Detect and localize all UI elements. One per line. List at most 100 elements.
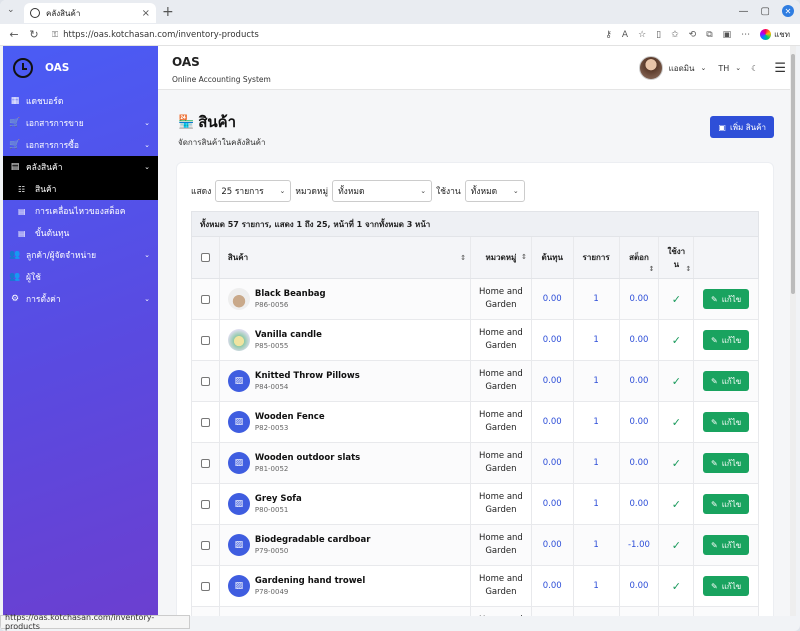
history-icon[interactable]: ⟲ [689, 30, 697, 40]
edit-button[interactable]: ✎ แก้ไข [703, 289, 750, 309]
row-checkbox[interactable] [200, 417, 210, 427]
read-aloud-icon[interactable]: A [622, 30, 628, 40]
back-icon[interactable]: ← [8, 28, 20, 41]
sidebar-item-settings[interactable]: ⚙ การตั้งค่า ⌄ [3, 288, 158, 310]
col-active[interactable]: ใช้งาน ↕ [659, 237, 695, 278]
product-name: Knitted Throw Pillows [254, 371, 360, 381]
row-checkbox[interactable] [200, 335, 210, 345]
row-checkbox[interactable] [200, 581, 210, 591]
check-icon: ✓ [671, 374, 681, 388]
image-placeholder-icon: ▨ [227, 370, 250, 392]
category-cell: Home and Garden [471, 279, 532, 319]
chevron-down-icon: ⌄ [144, 163, 150, 171]
hamburger-menu-icon[interactable]: ☰ [774, 61, 786, 76]
tab-title: คลังสินค้า [46, 8, 81, 18]
product-thumbnail [227, 288, 250, 310]
sidebar-item-dashboard[interactable]: ▦ แดชบอร์ด [3, 90, 158, 112]
sidebar-item-cost-steps[interactable]: ▤ ขั้นต้นทุน [3, 222, 158, 244]
sidebar-item-customers[interactable]: 👥 ลูกค้า/ผู้จัดจำหน่าย ⌄ [3, 244, 158, 266]
page-size-select[interactable]: 25 รายการ ⌄ [215, 180, 292, 202]
col-stock[interactable]: สต็อก ↕ [620, 237, 660, 278]
table-icon: ▤ [18, 206, 26, 216]
extension-icon[interactable]: ▣ [723, 30, 732, 40]
table-row: Vanilla candle P85-0055 Home and Garden 0.0… [191, 320, 759, 361]
edit-button[interactable]: ✎ แก้ไข [703, 371, 750, 391]
quantity-cell: 1 [574, 443, 620, 483]
edit-label: แก้ไข [721, 376, 742, 386]
minimize-icon[interactable]: — [739, 6, 749, 17]
sidebar-item-sales-docs[interactable]: 🛒 เอกสารการขาย ⌄ [3, 112, 158, 134]
favorites-icon[interactable]: ✩ [671, 30, 679, 40]
stock-cell: 1.00 [620, 607, 660, 616]
row-checkbox[interactable] [200, 540, 210, 550]
favorite-star-icon[interactable]: ☆ [638, 30, 646, 40]
sidebar-item-users[interactable]: 👥 ผู้ใช้ [3, 266, 158, 288]
edit-button[interactable]: ✎ แก้ไข [703, 535, 750, 555]
sidebar-item-products[interactable]: ☷ สินค้า [3, 178, 158, 200]
copilot-chat-button[interactable]: แชท [760, 28, 790, 41]
save-icon: ▣ [718, 122, 726, 132]
scrollbar-thumb[interactable] [791, 54, 795, 294]
pencil-icon: ✎ [711, 335, 718, 345]
action-cell: ✎แก้ไข [694, 279, 758, 319]
avatar[interactable] [638, 56, 663, 80]
edit-button[interactable]: ✎ แก้ไข [703, 412, 750, 432]
edit-button[interactable]: ✎ แก้ไข [703, 576, 750, 596]
browser-tab[interactable]: คลังสินค้า × [24, 3, 156, 23]
address-bar[interactable]: ⚿ https://oas.kotchasan.com/inventory-pr… [52, 27, 642, 43]
edit-button[interactable]: ✎ แก้ไข [703, 494, 750, 514]
close-window-icon[interactable]: ✕ [782, 5, 794, 17]
row-select-cell [192, 361, 220, 401]
products-card: แสดง 25 รายการ ⌄ หมวดหมู่ ทั้งหมด ⌄ ใช้ง… [176, 162, 774, 616]
stock-cell: 0.00 [620, 566, 660, 606]
row-checkbox[interactable] [200, 499, 210, 509]
sidebar-item-inventory[interactable]: ▤ คลังสินค้า ⌄ [3, 156, 158, 178]
edit-button[interactable]: ✎ แก้ไข [703, 453, 750, 473]
row-checkbox[interactable] [200, 294, 210, 304]
tab-list-chevron-icon[interactable]: ⌄ [7, 5, 15, 15]
active-cell: ✓ [659, 525, 695, 565]
language-switch[interactable]: TH [718, 64, 729, 73]
dark-mode-moon-icon[interactable]: ☾ [751, 64, 758, 73]
action-cell: ✎แก้ไข [694, 402, 758, 442]
sidebar-item-label: ผู้ใช้ [26, 273, 41, 283]
image-placeholder-icon: ▨ [227, 534, 250, 556]
page-scrollbar[interactable] [790, 46, 796, 616]
username[interactable]: แอดมิน [669, 62, 695, 75]
row-select-cell [192, 320, 220, 360]
close-tab-icon[interactable]: × [142, 8, 150, 19]
col-quantity: รายการ [574, 237, 620, 278]
category-select[interactable]: ทั้งหมด ⌄ [332, 180, 433, 202]
col-category[interactable]: หมวดหมู่ ↕ [471, 237, 532, 278]
image-placeholder-icon: ▨ [227, 493, 250, 515]
sidebar-item-purchase-docs[interactable]: 🛒 เอกสารการซื้อ ⌄ [3, 134, 158, 156]
select-all-checkbox[interactable] [200, 253, 210, 262]
sidebar-item-stock-movement[interactable]: ▤ การเคลื่อนไหวของสต็อค [3, 200, 158, 222]
brand[interactable]: OAS [3, 46, 158, 90]
row-checkbox[interactable] [200, 376, 210, 386]
stock-cell: 0.00 [620, 320, 660, 360]
new-tab-icon[interactable]: + [162, 4, 174, 20]
product-info: Wooden Fence P82-0053 [255, 412, 325, 432]
browser-toolbar: ⚷ A ☆ ▯ ✩ ⟲ ⧉ ▣ ⋯ แชท [605, 28, 790, 41]
split-screen-icon[interactable]: ▯ [656, 30, 661, 40]
quantity-cell: 1 [574, 484, 620, 524]
row-checkbox[interactable] [200, 458, 210, 468]
clock-favicon-icon [30, 8, 40, 18]
cart-icon: 🛒 [9, 118, 21, 128]
add-product-button[interactable]: ▣ เพิ่ม สินค้า [710, 116, 774, 138]
screenshot-icon[interactable]: ⧉ [706, 30, 712, 40]
reload-icon[interactable]: ↻ [28, 28, 40, 41]
site-info-icon[interactable]: ⚿ [52, 30, 58, 40]
quantity-cell: 1 [574, 320, 620, 360]
chevron-down-icon: ⌄ [735, 64, 742, 72]
col-product[interactable]: สินค้า ↕ [220, 237, 472, 278]
usage-select[interactable]: ทั้งหมด ⌄ [464, 180, 525, 202]
key-icon[interactable]: ⚷ [605, 30, 612, 40]
cost-cell: 0.00 [532, 607, 574, 616]
more-icon[interactable]: ⋯ [741, 30, 750, 40]
maximize-icon[interactable]: ▢ [761, 6, 770, 17]
product-name: Biodegradable cardboar [254, 535, 371, 545]
image-placeholder-icon: ▨ [227, 411, 250, 433]
edit-button[interactable]: ✎ แก้ไข [703, 330, 750, 350]
